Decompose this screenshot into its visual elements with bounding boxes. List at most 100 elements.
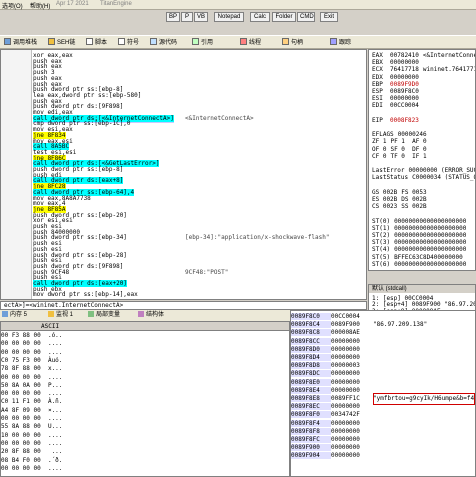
dump-tabs: 内存 5 监视 1 局部变量 结构体: [0, 310, 290, 321]
register-value: C0000034 (STATUS_OBJ: [412, 174, 475, 182]
register-value: 00000000000000000000: [394, 239, 467, 247]
stack-row[interactable]: 0089F8D4 00000000: [291, 354, 373, 361]
tab-symbols[interactable]: 符号: [118, 38, 139, 48]
stack-row[interactable]: 0089F8F4 00000000: [291, 419, 373, 427]
dump-row[interactable]: C0 11 F1 00 À.ñ.: [1, 398, 62, 405]
stack-row[interactable]: 0089F8D0 00000000: [291, 345, 373, 353]
tab-source[interactable]: 源代码: [150, 38, 177, 48]
dump-row[interactable]: 00 00 00 00 ....: [1, 374, 62, 381]
registers-pane[interactable]: EAX00782410<&InternetConnectA>EBX0000000…: [368, 49, 476, 271]
struct-icon: [138, 311, 144, 317]
dump-header: ASCII: [1, 322, 289, 331]
stack-value: 00000000: [331, 370, 360, 378]
tab-references[interactable]: 引用: [192, 38, 213, 48]
dump-row[interactable]: A4 8F 09 00 ¤...: [1, 407, 62, 414]
dump-row[interactable]: 08 B4 F0 00 .´ð.: [1, 457, 62, 464]
register-value: 00000000: [390, 59, 419, 67]
register-value: 00000000000000000000: [394, 246, 467, 254]
build-date: Apr 17 2021: [56, 1, 89, 7]
plugin-button-bar: BP P VB Notepad Calc Folder CMD Exit: [0, 11, 476, 23]
disassembly-pane[interactable]: xor eax,eax push eax push eax push 3 push ea…: [0, 49, 367, 300]
stack-row[interactable]: 0089F900 00000000: [291, 444, 373, 452]
stack-row[interactable]: 0089F8E0 00000000: [291, 378, 373, 386]
stack-value: 00000003: [331, 362, 360, 370]
stack-row[interactable]: 0089F8CC 00000000: [291, 337, 373, 345]
stack-row[interactable]: 0089F8C4 0089F900 "86.97.209.138": [291, 321, 427, 329]
register-row[interactable]: EDI 00CC0004: [372, 102, 419, 110]
register-row[interactable]: ST(6) 00000000000000000000: [372, 261, 466, 269]
register-row[interactable]: CF 0 TF 0 IF 1: [372, 153, 427, 161]
tab-threads[interactable]: 线程: [240, 38, 261, 48]
menu-bar: 选项(O) 帮助(H) Apr 17 2021 TitanEngine: [0, 0, 476, 10]
stack-value: 00000000: [331, 452, 360, 460]
stack-row[interactable]: 0089F8EC 00000000: [291, 403, 373, 411]
stack-address: 0089F8DC: [291, 370, 331, 378]
stack-row[interactable]: 0089F8E4 00000000: [291, 386, 373, 394]
call-convention-header[interactable]: 默认 (stdcall): [369, 285, 475, 293]
dump-row[interactable]: 00 00 00 00 ....: [1, 440, 62, 447]
menu-item-options[interactable]: 选项(O): [2, 1, 23, 10]
stack-value: 00000000: [331, 337, 360, 345]
address-gutter: [1, 50, 32, 299]
notepad-button[interactable]: Notepad: [214, 12, 244, 22]
stack-pane[interactable]: 0089F8C0 00CC0004 0089F8C4 0089F900 "86.97.2…: [290, 310, 476, 477]
dump-row[interactable]: 00 F3 88 00 .ó..: [1, 332, 62, 339]
dump-row[interactable]: 00 00 00 00 ....: [1, 349, 62, 356]
register-value: PF 1 AF 0: [390, 138, 427, 146]
memory-dump-pane[interactable]: ASCII 00 F3 88 00 .ó.. 00 00 00 00 .... 00…: [0, 321, 290, 477]
stack-row[interactable]: 0089F8F0 0034742F: [291, 411, 373, 419]
menu-item-help[interactable]: 帮助(H): [30, 1, 50, 10]
stack-row[interactable]: 0089F8F8 00000000: [291, 427, 373, 435]
dump-row[interactable]: 55 8A 88 00 U...: [1, 423, 62, 430]
stack-address: 0089F900: [291, 444, 331, 452]
dump-row[interactable]: 78 8F 88 00 x...: [1, 365, 62, 372]
stack-value: 00000000: [331, 419, 360, 427]
register-comment: wininet.76417718: [422, 66, 476, 74]
register-value: 0089F8C0: [390, 88, 419, 95]
dump-row[interactable]: 00 00 00 00 ....: [1, 340, 62, 347]
tab-seh-chain[interactable]: SEH链: [48, 38, 75, 48]
dump-row[interactable]: 50 8A 0A 00 P...: [1, 382, 62, 389]
stack-address: 0089F904: [291, 452, 331, 460]
info-bar: ectA>]=<wininet.InternetConnectA>: [0, 301, 367, 310]
tab-memory[interactable]: 内存 5: [2, 311, 27, 320]
dump-row[interactable]: 10 00 00 00 ....: [1, 432, 62, 439]
tab-locals[interactable]: 局部变量: [88, 311, 120, 320]
tab-struct[interactable]: 结构体: [138, 311, 164, 320]
register-row[interactable]: EIP 0008F823: [372, 117, 419, 125]
stack-address: 0089F8C8: [291, 329, 331, 337]
stack-row[interactable]: 0089F8C0 00CC0004: [291, 313, 373, 320]
stack-row[interactable]: 0089F8D8 00000003: [291, 362, 373, 370]
dump-row[interactable]: 20 8F 88 00 ...: [1, 448, 62, 455]
stack-address: 0089F8D0: [291, 345, 331, 353]
tab-script[interactable]: 脚本: [86, 38, 107, 48]
dump-row[interactable]: 00 00 00 00 ....: [1, 415, 62, 422]
register-row[interactable]: LastStatusC0000034 (STATUS_OBJ: [372, 174, 475, 182]
tab-handles[interactable]: 句柄: [282, 38, 303, 48]
stack-row[interactable]: 0089F8DC 00000000: [291, 370, 373, 378]
code-line[interactable]: mov dword ptr ss:[ebp-14],eax: [33, 291, 138, 299]
calc-button[interactable]: Calc: [250, 12, 270, 22]
p-button[interactable]: P: [181, 12, 193, 22]
stack-row[interactable]: 0089F8FC 00000000: [291, 436, 373, 443]
stack-value: 00000000: [331, 378, 360, 386]
register-value: 00000000: [390, 95, 419, 103]
stack-address: 0089F8EC: [291, 403, 331, 411]
stack-row[interactable]: 0089F8C8 000008AE: [291, 329, 373, 337]
dump-row[interactable]: 00 00 00 00 ....: [1, 465, 62, 472]
stack-value: 00000000: [331, 354, 360, 361]
folder-button[interactable]: Folder: [272, 12, 296, 22]
stack-row[interactable]: 0089F904 00000000: [291, 452, 373, 460]
dump-row[interactable]: 00 00 00 00 ....: [1, 390, 62, 397]
register-row[interactable]: CS 0023 SS 002B: [372, 203, 427, 211]
tab-call-stack[interactable]: 调用堆栈: [4, 38, 37, 48]
vb-button[interactable]: VB: [194, 12, 208, 22]
tab-watch[interactable]: 监视 1: [48, 311, 73, 320]
register-name: CF 0: [372, 152, 387, 160]
exit-button[interactable]: Exit: [320, 12, 338, 22]
stack-address: 0089F8F0: [291, 411, 331, 419]
tab-trace[interactable]: 跟踪: [330, 38, 351, 48]
cmd-button[interactable]: CMD: [297, 12, 315, 22]
bp-button[interactable]: BP: [166, 12, 180, 22]
dump-row[interactable]: C0 75 F3 00 Àuó.: [1, 357, 62, 364]
